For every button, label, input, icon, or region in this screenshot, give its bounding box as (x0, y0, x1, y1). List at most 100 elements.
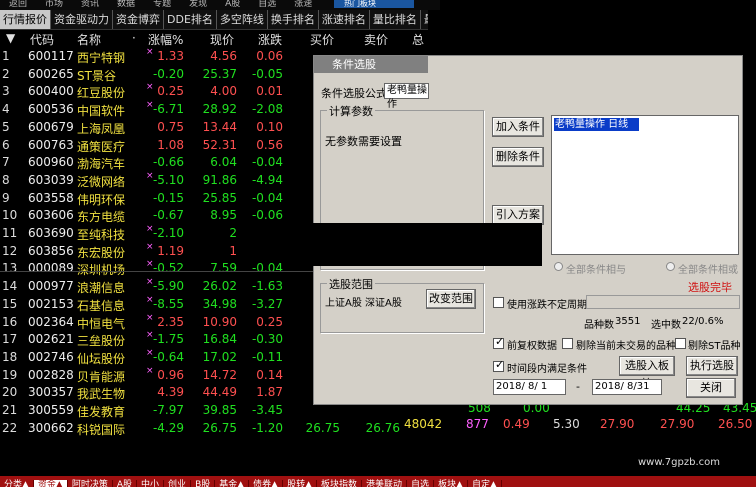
col-chg[interactable]: 涨跌 (258, 31, 282, 47)
col-code[interactable]: 代码 (30, 31, 54, 47)
cell-code: 600763 (28, 137, 74, 152)
cell-pct: 0.25 (157, 84, 184, 99)
cell-idx: 12 (2, 243, 18, 258)
formula-select[interactable]: 老鸭量操作 (384, 83, 429, 110)
change-range-button[interactable]: 改变范围 (426, 289, 476, 309)
menu-item[interactable]: 返回 (0, 0, 36, 9)
condition-list[interactable]: 老鸭量操作 日线 (551, 115, 739, 255)
to-board-button[interactable]: 选股入板块 (619, 356, 675, 390)
cell-code: 600536 (28, 102, 74, 117)
menu-item[interactable]: 专题 (144, 0, 180, 9)
col-pct[interactable]: 涨幅% (148, 31, 183, 47)
count-label: 品种数 (584, 320, 614, 331)
date-separator: - (576, 380, 580, 393)
radio-and[interactable] (554, 262, 563, 271)
col-total[interactable]: 总 (412, 31, 424, 47)
cell-idx: 19 (2, 367, 18, 382)
cell-chg: -3.27 (251, 296, 283, 311)
bottom-tab[interactable]: 创业 (164, 480, 192, 487)
watermark: www.7gpzb.com (638, 457, 720, 468)
delete-condition-button[interactable]: 删除条件 (492, 147, 544, 167)
cell-pct: -0.20 (152, 66, 184, 81)
tab-7[interactable]: 量比排名 (370, 10, 421, 29)
bottom-tab[interactable]: A股 (113, 480, 138, 487)
cell-chg: 0.06 (256, 49, 283, 63)
dialog-title[interactable]: 条件选股 (314, 56, 428, 73)
menu-item[interactable]: 涨速 (285, 0, 321, 9)
date-to-field[interactable]: 2018/ 8/31 (592, 379, 662, 395)
menu-item[interactable]: 市场 (36, 0, 72, 9)
bottom-tab[interactable]: 中小 (137, 480, 165, 487)
chg-period-field[interactable] (586, 295, 740, 309)
bottom-tab[interactable]: 阿时决策 (68, 480, 113, 487)
radio-or[interactable] (666, 262, 675, 271)
tab-0[interactable]: 行情报价 (0, 10, 51, 29)
cell-chg: 0.10 (256, 119, 283, 134)
cell-idx: 13 (2, 261, 18, 276)
cell-idx: 5 (2, 119, 10, 134)
tab-2[interactable]: 资金博弈 (113, 10, 164, 29)
cell-chg: 0.01 (256, 84, 283, 99)
add-condition-button[interactable]: 加入条件 (492, 117, 544, 137)
hot-sector-tab[interactable]: 热门板块 (334, 0, 414, 8)
col-name[interactable]: 名称 (77, 31, 101, 47)
menu-item[interactable]: 数据 (108, 0, 144, 9)
menu-item[interactable]: 资讯 (72, 0, 108, 9)
cell-idx: 3 (2, 84, 10, 99)
cell-pct: 1.08 (157, 137, 184, 152)
cell-price: 26.02 (202, 279, 237, 294)
tab-3[interactable]: DDE排名 (164, 10, 217, 29)
tab-8[interactable]: 最近浏览 (421, 10, 428, 29)
col-buy[interactable]: 买价 (310, 31, 334, 47)
period-checkbox[interactable] (493, 358, 504, 372)
prev-adj-checkbox[interactable] (493, 335, 504, 349)
cell-price: 6.04 (210, 155, 237, 170)
import-scheme-button[interactable]: 引入方案 (492, 205, 544, 225)
cell-code: 002153 (28, 296, 74, 311)
cell-idx: 8 (2, 172, 10, 187)
cell-name: 贝肯能源 (77, 369, 126, 384)
bottom-tab[interactable]: 自选 (407, 480, 435, 487)
range-text: 上证A股 深证A股 (325, 298, 402, 309)
params-text: 无参数需要设置 (325, 135, 402, 148)
bottom-tab[interactable]: 股转▲ (283, 480, 318, 487)
cell-chg: -0.04 (251, 190, 283, 205)
execute-button[interactable]: 执行选股 (686, 356, 738, 376)
tab-5[interactable]: 换手排名 (268, 10, 319, 29)
cell-code: 600265 (28, 66, 74, 81)
done-status: 选股完毕 (688, 281, 732, 294)
cell-code: 600679 (28, 119, 74, 134)
bottom-tab[interactable]: 资金▲ (33, 480, 68, 487)
cell-pct: -4.29 (152, 420, 184, 435)
tab-1[interactable]: 资金驱动力 (51, 10, 113, 29)
bottom-tab[interactable]: 港美联动 (362, 480, 408, 487)
tab-6[interactable]: 涨速排名 (319, 10, 370, 29)
cell-idx: 21 (2, 403, 18, 417)
cell-code: 603690 (28, 226, 74, 240)
use-chg-checkbox[interactable] (493, 297, 504, 308)
bottom-tab[interactable]: B股 (191, 480, 216, 487)
menu-item[interactable]: 发现 (180, 0, 216, 9)
tab-4[interactable]: 多空阵线 (217, 10, 268, 29)
bottom-tab[interactable]: 分类▲ (0, 480, 34, 487)
exclude-inactive-checkbox[interactable] (562, 338, 573, 349)
cell-price: 7.59 (210, 261, 237, 276)
cell-name: 伟明环保 (77, 192, 126, 207)
sort-icon[interactable]: ▼ (6, 31, 15, 45)
col-sell[interactable]: 卖价 (364, 31, 388, 47)
date-from-field[interactable]: 2018/ 8/ 1 (493, 379, 566, 395)
close-button[interactable]: 关闭 (686, 378, 736, 398)
bottom-tab[interactable]: 自定▲ (468, 480, 502, 487)
cell-pct: 1.33 (157, 49, 184, 63)
bottom-tab[interactable]: 基金▲ (215, 480, 250, 487)
cell-name: 上海凤凰 (77, 121, 126, 136)
bottom-tab[interactable]: 板块指数 (317, 480, 363, 487)
exclude-st-checkbox[interactable] (675, 338, 686, 349)
cell-name: 佳发教育 (77, 405, 126, 419)
bottom-tab[interactable]: 债券▲ (249, 480, 284, 487)
condition-item[interactable]: 老鸭量操作 日线 (554, 118, 639, 131)
menu-item[interactable]: 自选 (249, 0, 285, 9)
menu-item[interactable]: A股 (216, 0, 249, 9)
bottom-tab[interactable]: 板块▲ (434, 480, 468, 487)
col-price[interactable]: 现价 (210, 31, 234, 47)
